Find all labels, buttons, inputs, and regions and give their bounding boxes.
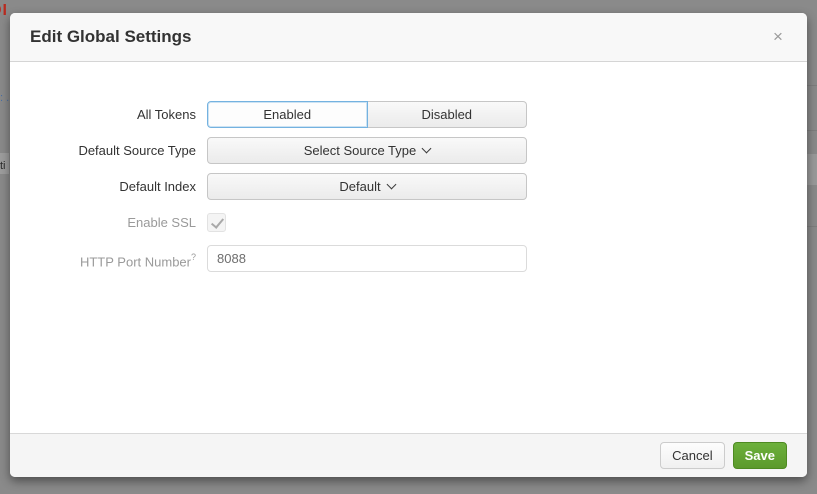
all-tokens-enabled-button[interactable]: Enabled	[207, 101, 368, 128]
modal-header: Edit Global Settings ×	[10, 13, 807, 62]
form-row-default-index: Default Index Default	[10, 173, 807, 200]
help-marker: ?	[191, 252, 196, 262]
chevron-down-icon	[422, 144, 432, 154]
enable-ssl-checkbox	[207, 213, 226, 232]
background-cell-fragment	[807, 154, 817, 185]
default-index-value: Default	[339, 179, 380, 194]
form-row-all-tokens: All Tokens Enabled Disabled	[10, 101, 807, 128]
default-source-type-value: Select Source Type	[304, 143, 417, 158]
background-table-line	[807, 226, 817, 227]
background-table-line	[807, 85, 817, 86]
default-source-type-label: Default Source Type	[10, 137, 196, 164]
close-button[interactable]: ×	[767, 26, 789, 48]
modal-title: Edit Global Settings	[30, 13, 787, 61]
close-icon: ×	[773, 27, 783, 46]
chevron-down-icon	[386, 180, 396, 190]
modal-body: All Tokens Enabled Disabled Default Sour…	[10, 62, 807, 432]
form-row-default-source-type: Default Source Type Select Source Type	[10, 137, 807, 164]
edit-global-settings-modal: Edit Global Settings × All Tokens Enable…	[10, 13, 807, 477]
save-button[interactable]: Save	[733, 442, 787, 469]
background-row-fragment: ti	[0, 153, 9, 174]
http-port-label: HTTP Port Number?	[10, 245, 196, 272]
background-table-line	[807, 130, 817, 131]
enable-ssl-label: Enable SSL	[10, 209, 196, 236]
all-tokens-label: All Tokens	[10, 101, 196, 128]
default-source-type-dropdown[interactable]: Select Source Type	[207, 137, 527, 164]
all-tokens-disabled-button[interactable]: Disabled	[368, 101, 528, 128]
form-row-http-port: HTTP Port Number?	[10, 245, 807, 272]
background-text-fragment: : .	[0, 92, 9, 104]
all-tokens-toggle: Enabled Disabled	[207, 101, 527, 128]
background-red-text-fragment: DI	[0, 2, 10, 20]
modal-footer: Cancel Save	[10, 433, 807, 477]
form-row-enable-ssl: Enable SSL	[10, 209, 807, 236]
default-index-label: Default Index	[10, 173, 196, 200]
http-port-input	[207, 245, 527, 272]
cancel-button[interactable]: Cancel	[660, 442, 724, 469]
default-index-dropdown[interactable]: Default	[207, 173, 527, 200]
